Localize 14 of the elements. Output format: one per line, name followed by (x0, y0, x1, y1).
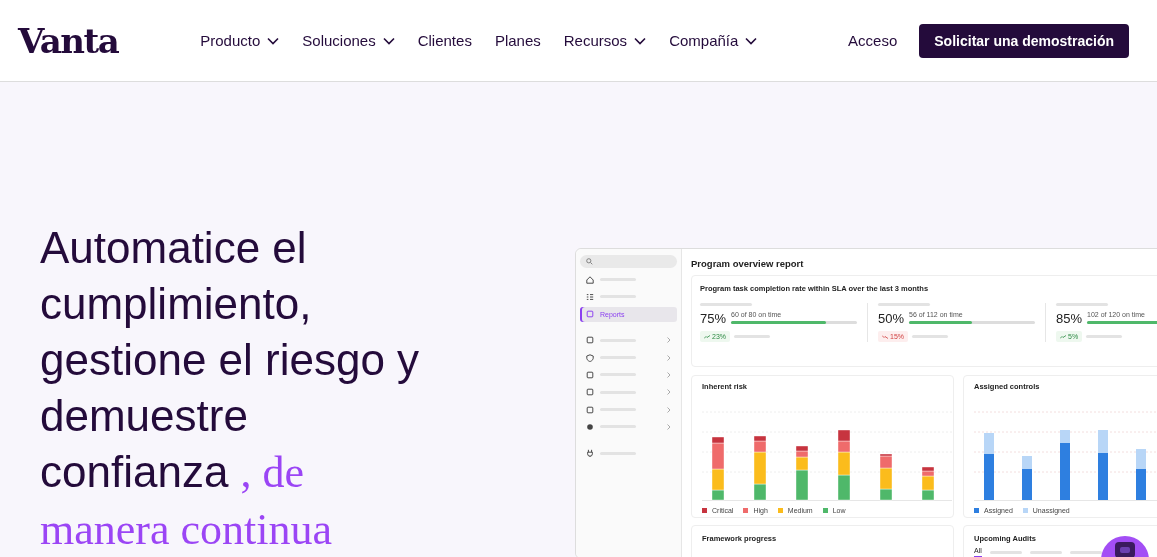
nav-link[interactable]: Recursos (563, 32, 647, 49)
nav-link[interactable]: Planes (494, 32, 541, 49)
nav-link[interactable]: Clientes (417, 32, 472, 49)
metric-value: 75% (700, 311, 727, 326)
nav-link[interactable]: Compañía (669, 32, 758, 49)
metric-value: 85% (1056, 311, 1083, 326)
login-link[interactable]: Acceso (848, 32, 898, 49)
nav-link[interactable]: Producto (200, 32, 280, 49)
report-title: Program overview report (691, 258, 805, 269)
logo[interactable]: Vanta (18, 20, 119, 61)
nav-link[interactable]: Soluciones (302, 32, 395, 49)
demo-button[interactable]: Solicitar una demostración (919, 23, 1129, 58)
headline: Automatice el cumplimiento, gestione el riesgo y demuestre confianza , de manera continua (40, 222, 421, 556)
metric-value: 50% (878, 311, 905, 326)
